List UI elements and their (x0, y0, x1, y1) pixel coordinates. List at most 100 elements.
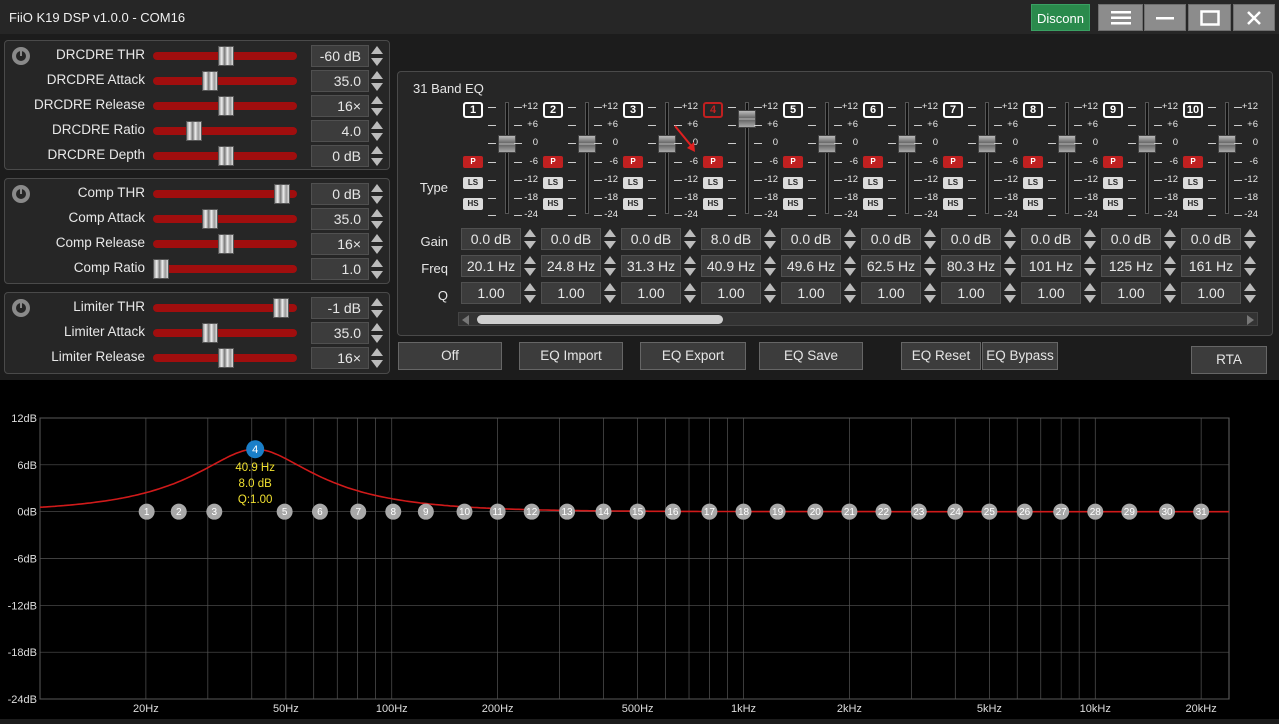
slider-value[interactable]: 35.0 ms (311, 70, 369, 109)
off-button[interactable]: Off (398, 342, 502, 370)
type-p-button[interactable]: P (1103, 156, 1123, 168)
decrement-icon[interactable] (684, 295, 696, 303)
increment-icon[interactable] (764, 229, 776, 237)
decrement-icon[interactable] (1164, 295, 1176, 303)
increment-icon[interactable] (371, 121, 383, 129)
q-value[interactable]: 1.00 (861, 282, 921, 304)
q-value[interactable]: 1.00 (701, 282, 761, 304)
spin-control[interactable] (371, 297, 383, 319)
spin-control[interactable] (764, 282, 776, 304)
increment-icon[interactable] (371, 184, 383, 192)
freq-value[interactable]: 125 Hz (1101, 255, 1161, 277)
increment-icon[interactable] (924, 283, 936, 291)
fader-track[interactable] (1065, 102, 1069, 214)
type-hs-button[interactable]: HS (1023, 198, 1043, 210)
type-ls-button[interactable]: LS (1103, 177, 1123, 189)
fader-track[interactable] (505, 102, 509, 214)
decrement-icon[interactable] (844, 295, 856, 303)
type-ls-button[interactable]: LS (623, 177, 643, 189)
slider-value[interactable]: 4.0 (311, 120, 369, 142)
decrement-icon[interactable] (371, 271, 383, 279)
spin-control[interactable] (371, 120, 383, 142)
slider-knob[interactable] (218, 46, 234, 66)
freq-value[interactable]: 31.3 Hz (621, 255, 681, 277)
spin-control[interactable] (604, 228, 616, 250)
band-number[interactable]: 1 (463, 102, 483, 118)
slider-value[interactable]: 0 dB (311, 183, 369, 205)
decrement-icon[interactable] (1164, 241, 1176, 249)
gain-value[interactable]: 0.0 dB (1181, 228, 1241, 250)
decrement-icon[interactable] (524, 295, 536, 303)
spin-control[interactable] (604, 255, 616, 277)
eq-export-button[interactable]: EQ Export (640, 342, 746, 370)
increment-icon[interactable] (524, 256, 536, 264)
increment-icon[interactable] (371, 209, 383, 217)
fader-track[interactable] (665, 102, 669, 214)
fader-track[interactable] (1145, 102, 1149, 214)
eq-reset-button[interactable]: EQ Reset (901, 342, 981, 370)
increment-icon[interactable] (524, 283, 536, 291)
increment-icon[interactable] (684, 256, 696, 264)
decrement-icon[interactable] (924, 241, 936, 249)
decrement-icon[interactable] (371, 108, 383, 116)
slider-knob[interactable] (202, 209, 219, 229)
close-button[interactable] (1233, 4, 1275, 31)
increment-icon[interactable] (1004, 229, 1016, 237)
increment-icon[interactable] (1084, 256, 1096, 264)
slider-knob[interactable] (202, 71, 219, 91)
type-hs-button[interactable]: HS (623, 198, 643, 210)
spin-control[interactable] (764, 228, 776, 250)
spin-control[interactable] (1084, 282, 1096, 304)
increment-icon[interactable] (684, 283, 696, 291)
decrement-icon[interactable] (1084, 295, 1096, 303)
increment-icon[interactable] (524, 229, 536, 237)
type-hs-button[interactable]: HS (943, 198, 963, 210)
increment-icon[interactable] (1164, 256, 1176, 264)
freq-value[interactable]: 40.9 Hz (701, 255, 761, 277)
band-number[interactable]: 6 (863, 102, 883, 118)
slider-track[interactable] (153, 127, 297, 135)
spin-control[interactable] (844, 228, 856, 250)
fader-track[interactable] (585, 102, 589, 214)
slider-value[interactable]: 35.0 ms (311, 322, 369, 361)
spin-control[interactable] (1084, 228, 1096, 250)
increment-icon[interactable] (371, 146, 383, 154)
type-ls-button[interactable]: LS (783, 177, 803, 189)
freq-value[interactable]: 62.5 Hz (861, 255, 921, 277)
gain-value[interactable]: 0.0 dB (781, 228, 841, 250)
decrement-icon[interactable] (684, 268, 696, 276)
decrement-icon[interactable] (371, 246, 383, 254)
q-value[interactable]: 1.00 (1021, 282, 1081, 304)
slider-knob[interactable] (202, 323, 219, 343)
increment-icon[interactable] (1244, 283, 1256, 291)
spin-control[interactable] (1244, 228, 1256, 250)
spin-control[interactable] (1164, 228, 1176, 250)
spin-control[interactable] (371, 45, 383, 67)
gain-value[interactable]: 0.0 dB (541, 228, 601, 250)
decrement-icon[interactable] (524, 241, 536, 249)
decrement-icon[interactable] (924, 268, 936, 276)
spin-control[interactable] (924, 255, 936, 277)
type-p-button[interactable]: P (863, 156, 883, 168)
spin-control[interactable] (764, 255, 776, 277)
spin-control[interactable] (371, 258, 383, 280)
decrement-icon[interactable] (1004, 241, 1016, 249)
spin-control[interactable] (924, 228, 936, 250)
increment-icon[interactable] (371, 298, 383, 306)
decrement-icon[interactable] (1004, 295, 1016, 303)
increment-icon[interactable] (371, 348, 383, 356)
gain-value[interactable]: 0.0 dB (1021, 228, 1081, 250)
type-hs-button[interactable]: HS (783, 198, 803, 210)
increment-icon[interactable] (1164, 283, 1176, 291)
scroll-right-icon[interactable] (1247, 315, 1254, 325)
increment-icon[interactable] (844, 256, 856, 264)
increment-icon[interactable] (1084, 229, 1096, 237)
type-p-button[interactable]: P (1023, 156, 1043, 168)
spin-control[interactable] (371, 70, 383, 92)
slider-value[interactable]: -1 dB (311, 297, 369, 319)
increment-icon[interactable] (1004, 256, 1016, 264)
slider-value[interactable]: 0 dB (311, 145, 369, 167)
eq-bypass-button[interactable]: EQ Bypass (982, 342, 1058, 370)
type-p-button[interactable]: P (623, 156, 643, 168)
gain-value[interactable]: 0.0 dB (1101, 228, 1161, 250)
